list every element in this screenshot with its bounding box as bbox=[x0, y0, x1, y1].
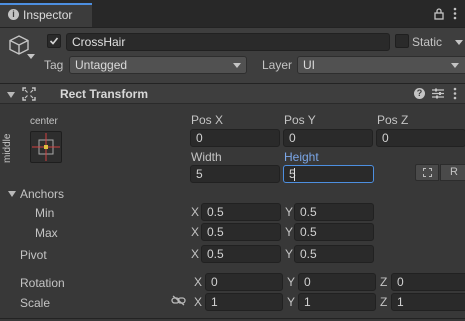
pos-z-label: Pos Z bbox=[377, 113, 409, 127]
tag-dropdown[interactable]: Untagged bbox=[69, 56, 247, 74]
anchors-min-x-axis[interactable]: X bbox=[191, 203, 199, 221]
more-vert-icon[interactable] bbox=[453, 7, 457, 20]
presets-icon[interactable] bbox=[432, 88, 444, 99]
rotation-z-axis[interactable]: Z bbox=[380, 273, 387, 291]
height-label: Height bbox=[284, 150, 319, 164]
component-title: Rect Transform bbox=[60, 87, 149, 101]
anchors-label[interactable]: Anchors bbox=[20, 187, 64, 201]
pos-y-label: Pos Y bbox=[284, 113, 316, 127]
pivot-y-field[interactable]: 0.5 bbox=[294, 245, 374, 263]
dropdown-arrow-icon bbox=[233, 63, 241, 68]
more-vert-icon[interactable] bbox=[453, 87, 457, 100]
rotation-x-field[interactable]: 0 bbox=[205, 273, 283, 291]
foldout-arrow-icon[interactable] bbox=[7, 92, 15, 98]
height-field[interactable]: 5 bbox=[283, 165, 374, 183]
rotation-y-axis[interactable]: Y bbox=[287, 273, 295, 291]
anchors-max-y-axis[interactable]: Y bbox=[285, 223, 293, 241]
anchors-max-x-field[interactable]: 0.5 bbox=[201, 223, 281, 241]
scale-x-axis[interactable]: X bbox=[194, 293, 202, 311]
pivot-y-axis[interactable]: Y bbox=[285, 245, 293, 263]
layer-label: Layer bbox=[262, 58, 293, 72]
anchors-max-label: Max bbox=[35, 226, 58, 240]
raw-edit-label: R bbox=[450, 166, 458, 178]
anchor-preset-horizontal: center bbox=[30, 116, 58, 127]
info-icon: i bbox=[8, 9, 19, 20]
dropdown-arrow-icon bbox=[451, 63, 459, 68]
anchors-min-label: Min bbox=[35, 206, 55, 220]
blueprint-mode-button[interactable] bbox=[415, 164, 439, 181]
cube-icon bbox=[8, 34, 30, 56]
static-label: Static bbox=[412, 35, 443, 49]
rotation-z-field[interactable]: 0 bbox=[391, 273, 465, 291]
pivot-label: Pivot bbox=[20, 248, 47, 262]
anchor-preset-button[interactable] bbox=[30, 131, 62, 163]
raw-edit-button[interactable]: R bbox=[440, 164, 465, 181]
layer-dropdown[interactable]: UI bbox=[297, 56, 465, 74]
chain-link-icon[interactable] bbox=[171, 295, 186, 306]
bottom-divider bbox=[0, 318, 465, 319]
anchors-max-y-field[interactable]: 0.5 bbox=[294, 223, 374, 241]
anchors-min-y-axis[interactable]: Y bbox=[285, 203, 293, 221]
pos-x-label: Pos X bbox=[191, 113, 224, 127]
rotation-label: Rotation bbox=[20, 276, 65, 290]
help-icon[interactable]: ? bbox=[414, 88, 425, 99]
scale-y-axis[interactable]: Y bbox=[287, 293, 295, 311]
static-checkbox[interactable] bbox=[395, 34, 409, 48]
tag-label: Tag bbox=[44, 58, 64, 72]
anchors-min-x-field[interactable]: 0.5 bbox=[201, 203, 281, 221]
width-label: Width bbox=[191, 150, 222, 164]
anchor-preset-vertical: middle bbox=[2, 133, 13, 163]
width-field[interactable]: 5 bbox=[190, 165, 280, 183]
static-dropdown-arrow-icon[interactable] bbox=[455, 40, 463, 45]
pos-y-field[interactable]: 0 bbox=[283, 129, 373, 147]
icon-dropdown-arrow-icon[interactable] bbox=[27, 54, 35, 59]
scale-y-field[interactable]: 1 bbox=[298, 293, 376, 311]
anchors-foldout-arrow-icon[interactable] bbox=[8, 191, 16, 197]
pos-z-field[interactable]: 0 bbox=[376, 129, 465, 147]
scale-z-axis[interactable]: Z bbox=[380, 293, 387, 311]
layer-value: UI bbox=[303, 58, 315, 72]
pivot-x-axis[interactable]: X bbox=[191, 245, 199, 263]
inspector-tab[interactable]: i Inspector bbox=[0, 3, 92, 27]
tab-title: Inspector bbox=[23, 8, 73, 22]
rotation-x-axis[interactable]: X bbox=[194, 273, 202, 291]
blueprint-icon bbox=[423, 168, 432, 177]
pos-x-field[interactable]: 0 bbox=[190, 129, 280, 147]
rect-transform-icon bbox=[22, 87, 36, 101]
tag-value: Untagged bbox=[75, 58, 128, 72]
anchors-min-y-field[interactable]: 0.5 bbox=[294, 203, 374, 221]
scale-x-field[interactable]: 1 bbox=[205, 293, 283, 311]
anchors-max-x-axis[interactable]: X bbox=[191, 223, 199, 241]
pivot-x-field[interactable]: 0.5 bbox=[201, 245, 281, 263]
rotation-y-field[interactable]: 0 bbox=[298, 273, 376, 291]
active-checkbox[interactable] bbox=[47, 34, 61, 48]
lock-icon[interactable] bbox=[434, 8, 444, 20]
scale-label: Scale bbox=[20, 296, 51, 310]
scale-z-field[interactable]: 1 bbox=[391, 293, 465, 311]
object-name-field[interactable]: CrossHair bbox=[66, 33, 390, 51]
text-cursor bbox=[294, 168, 295, 181]
